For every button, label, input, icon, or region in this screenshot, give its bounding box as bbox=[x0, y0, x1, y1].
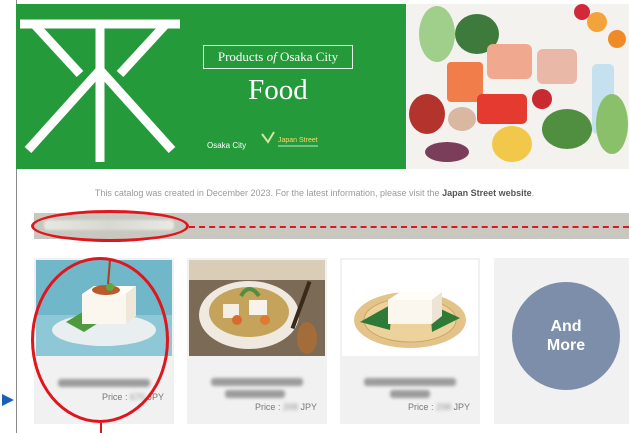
product-name-blurred bbox=[225, 390, 285, 398]
arrow-right-icon bbox=[2, 394, 14, 406]
food-photo bbox=[407, 4, 629, 169]
japan-street-link[interactable]: Japan Street website bbox=[442, 188, 532, 198]
japan-street-logo-text: Japan Street bbox=[278, 137, 318, 144]
tagline-pre: Products bbox=[217, 49, 267, 64]
and-more-line1: And bbox=[550, 318, 582, 335]
tagline-of: of bbox=[266, 49, 277, 64]
and-more-button[interactable]: And More bbox=[512, 282, 620, 390]
and-more-card[interactable]: And More bbox=[494, 258, 629, 424]
product-name-blurred bbox=[364, 378, 456, 386]
osaka-logo-icon bbox=[20, 19, 180, 162]
japan-street-logo-icon: Japan Street bbox=[261, 131, 318, 147]
product-image-soup bbox=[189, 260, 325, 356]
product-name-blurred bbox=[211, 378, 303, 386]
catalog-note: This catalog was created in December 202… bbox=[0, 188, 629, 198]
highlight-ellipse-product bbox=[31, 257, 169, 423]
catalog-note-suffix: . bbox=[531, 188, 535, 198]
and-more-line2: More bbox=[546, 337, 586, 354]
product-price: Price : 398 JPY bbox=[254, 402, 317, 412]
catalog-note-text: This catalog was created in December 202… bbox=[94, 188, 443, 198]
highlight-ellipse-store bbox=[31, 210, 189, 242]
product-name-blurred bbox=[390, 390, 430, 398]
product-card-2[interactable]: Price : 398 JPY bbox=[187, 258, 327, 424]
tagline-post: Osaka City bbox=[276, 49, 339, 64]
city-label: Osaka City bbox=[207, 141, 247, 150]
product-card-3[interactable]: Price : 298 JPY bbox=[340, 258, 480, 424]
highlight-dashed-line bbox=[189, 226, 629, 228]
highlight-dotted-line bbox=[100, 423, 102, 433]
product-price: Price : 298 JPY bbox=[407, 402, 470, 412]
product-image-tofu-block bbox=[342, 260, 478, 356]
banner: Products of Osaka City Food Osaka City J… bbox=[16, 4, 406, 169]
tagline-frame: Products of Osaka City bbox=[203, 45, 353, 69]
banner-title: Food bbox=[248, 74, 308, 106]
